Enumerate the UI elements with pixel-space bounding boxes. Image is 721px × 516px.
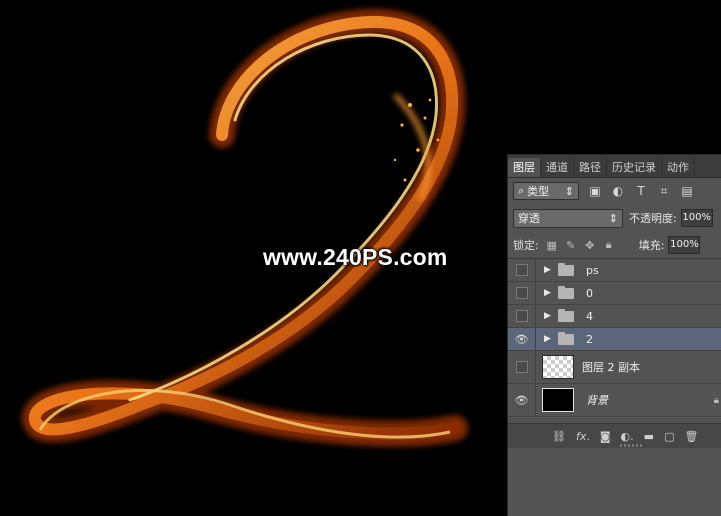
- layer-row[interactable]: 图层 2 副本: [508, 351, 721, 384]
- resize-grip[interactable]: [620, 444, 644, 447]
- expand-arrow-icon[interactable]: ▶: [544, 334, 554, 344]
- blend-mode-select[interactable]: 穿透 ⇕: [513, 208, 623, 228]
- eye-icon: 👁︎: [514, 332, 529, 346]
- expand-arrow-icon[interactable]: ▶: [544, 288, 554, 298]
- layer-row[interactable]: ▶ 4: [508, 305, 721, 328]
- visibility-toggle[interactable]: [508, 282, 536, 304]
- layer-name: 4: [586, 309, 593, 323]
- watermark-text: www.240PS.com: [263, 244, 448, 270]
- folder-icon: [558, 285, 574, 299]
- filter-row: ⌕ 类型 ⇕ ▣ ◐ T ⌗ ▤: [508, 178, 721, 204]
- lock-position-icon[interactable]: ✥: [584, 239, 596, 252]
- folder-icon: [558, 308, 574, 322]
- fill-field[interactable]: 100%: [668, 236, 701, 254]
- search-icon: ⌕: [518, 184, 525, 197]
- adjustment-icon[interactable]: ◐.: [621, 430, 634, 443]
- lock-paint-icon[interactable]: ✎: [565, 239, 577, 252]
- link-icon[interactable]: ⛓: [552, 430, 566, 443]
- tab-history[interactable]: 历史记录: [607, 158, 662, 177]
- blend-mode-value: 穿透: [518, 212, 540, 225]
- layer-thumbnail: [542, 388, 574, 412]
- layer-row-selected[interactable]: 👁︎ ▶ 2: [508, 328, 721, 351]
- folder-icon: [558, 262, 574, 276]
- layer-name: 背景: [586, 394, 608, 407]
- mask-icon[interactable]: ◙: [600, 430, 611, 443]
- hidden-box-icon: [515, 361, 528, 373]
- tab-channels[interactable]: 通道: [541, 158, 574, 177]
- visibility-toggle[interactable]: 👁︎: [508, 384, 536, 416]
- filter-kind-select[interactable]: ⌕ 类型 ⇕: [513, 182, 579, 200]
- expand-arrow-icon[interactable]: ▶: [544, 311, 554, 321]
- layer-row[interactable]: 👁︎ 背景 🔒︎: [508, 384, 721, 417]
- trash-icon[interactable]: 🗑︎: [684, 430, 698, 443]
- lock-label: 锁定:: [513, 239, 539, 252]
- layer-row[interactable]: ▶ 0: [508, 282, 721, 305]
- panel-tabs: 图层 通道 路径 历史记录 动作: [508, 155, 721, 178]
- folder-icon[interactable]: ▬: [644, 430, 654, 443]
- shape-filter-icon[interactable]: ⌗: [657, 184, 671, 198]
- updown-arrow-icon: ⇕: [564, 184, 574, 198]
- expand-arrow-icon[interactable]: ▶: [544, 265, 554, 275]
- tab-actions[interactable]: 动作: [662, 158, 695, 177]
- opacity-label: 不透明度:: [629, 212, 677, 225]
- updown-arrow-icon: ⇕: [608, 211, 618, 225]
- hidden-box-icon: [515, 310, 528, 322]
- layers-panel: 图层 通道 路径 历史记录 动作 ⌕ 类型 ⇕ ▣ ◐ T ⌗ ▤ 穿透 ⇕ 不…: [507, 154, 721, 516]
- layer-name: 图层 2 副本: [582, 361, 640, 374]
- layer-row[interactable]: ▶ ps: [508, 259, 721, 282]
- new-layer-icon[interactable]: ▢: [664, 430, 674, 443]
- tab-paths[interactable]: 路径: [574, 158, 607, 177]
- eye-icon: 👁︎: [514, 393, 529, 407]
- visibility-toggle[interactable]: [508, 305, 536, 327]
- lock-icon: 🔒︎: [713, 394, 719, 406]
- panel-footer: ⛓ fx. ◙ ◐. ▬ ▢ 🗑︎: [508, 423, 721, 448]
- tab-layers[interactable]: 图层: [508, 158, 541, 177]
- lock-transparency-icon[interactable]: ▦: [546, 239, 558, 252]
- opacity-field[interactable]: 100%: [680, 209, 713, 227]
- visibility-toggle[interactable]: [508, 259, 536, 281]
- folder-icon: [558, 331, 574, 345]
- hidden-box-icon: [515, 264, 528, 276]
- blend-row: 穿透 ⇕ 不透明度: 100%: [508, 204, 721, 232]
- layer-thumbnail: [542, 355, 574, 379]
- flame-strokes: [22, 8, 468, 447]
- smartobject-filter-icon[interactable]: ▤: [680, 184, 694, 198]
- adjustment-filter-icon[interactable]: ◐: [611, 184, 625, 198]
- visibility-toggle[interactable]: 👁︎: [508, 328, 536, 350]
- fill-label: 填充:: [638, 239, 665, 252]
- fx-icon[interactable]: fx.: [576, 430, 590, 443]
- filter-kind-label: 类型: [527, 185, 550, 198]
- layer-name: ps: [586, 263, 599, 277]
- type-filter-icon[interactable]: T: [634, 184, 648, 198]
- lock-row: 锁定: ▦ ✎ ✥ 🔒︎ 填充: 100%: [508, 232, 721, 259]
- hidden-box-icon: [515, 287, 528, 299]
- image-filter-icon[interactable]: ▣: [588, 184, 602, 198]
- visibility-toggle[interactable]: [508, 351, 536, 383]
- layer-name: 2: [586, 332, 593, 346]
- layer-name: 0: [586, 286, 593, 300]
- lock-all-icon[interactable]: 🔒︎: [603, 238, 615, 252]
